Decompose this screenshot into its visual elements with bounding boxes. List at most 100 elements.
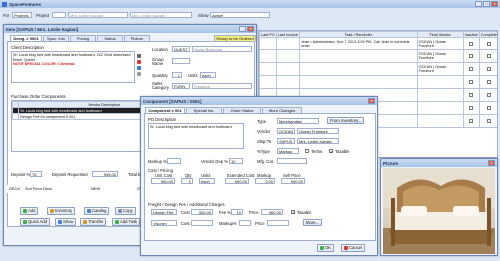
tasks-grid-row[interactable]: OCEAN | Ocean Furniture xyxy=(259,49,497,63)
price2-label: Price xyxy=(255,221,265,226)
add-task-button[interactable]: Add Task xyxy=(112,218,141,226)
tasks-grid-row[interactable]: Jean • Administrator, Nov 7 2013 3:05 PM… xyxy=(259,37,497,50)
project-field[interactable] xyxy=(52,12,66,18)
deposit-req-field[interactable]: 945.00 xyxy=(92,171,118,177)
type2-label: %Type xyxy=(257,149,270,154)
component-ok-button[interactable]: OK xyxy=(317,244,335,252)
project-name-field[interactable]: Mrs. Leslie Kaplan xyxy=(130,12,192,18)
tasks-grid-cell xyxy=(462,75,480,89)
grid-checkbox[interactable] xyxy=(469,93,474,97)
grid-checkbox[interactable] xyxy=(486,67,491,71)
text-format-icon[interactable] xyxy=(137,54,141,58)
grid-checkbox[interactable] xyxy=(486,54,491,58)
quantity-field[interactable]: 1 xyxy=(172,72,182,78)
grid-checkbox[interactable] xyxy=(469,106,474,110)
grid-checkbox[interactable] xyxy=(469,41,474,46)
grid-checkbox[interactable] xyxy=(469,54,474,58)
group-field[interactable] xyxy=(172,58,190,64)
markup-field[interactable] xyxy=(167,158,181,164)
location-code-field[interactable]: GUEST xyxy=(172,46,190,52)
sales-cat-code-field[interactable]: FURN xyxy=(172,83,190,89)
color-icon[interactable] xyxy=(137,60,141,64)
more-button[interactable]: More... xyxy=(303,219,323,226)
grid-checkbox[interactable] xyxy=(486,106,491,110)
ship-to-name-field[interactable]: Mrs. Leslie Kaplan xyxy=(297,138,339,144)
grid-checkbox[interactable] xyxy=(486,93,491,97)
catalog-button[interactable]: Catalog xyxy=(84,207,110,215)
location-name-field[interactable]: Guest Bedroom xyxy=(192,46,252,52)
deposit-field[interactable]: 75 xyxy=(30,171,42,177)
from-inventory-button[interactable]: From Inventory... xyxy=(327,117,365,124)
design-fee-select[interactable]: Design Fee xyxy=(151,209,177,215)
show-select[interactable]: Active xyxy=(210,12,270,18)
type-select[interactable]: Merchandise xyxy=(277,118,319,124)
component-cancel-button[interactable]: Cancel xyxy=(341,244,366,252)
quick-add-button[interactable]: Quick Add xyxy=(20,218,51,226)
unit-cost-field[interactable]: 900.00 xyxy=(151,178,175,184)
sell-price-field[interactable]: 900.00 xyxy=(281,178,305,184)
minimize-button[interactable]: _ xyxy=(475,1,482,7)
add-button[interactable]: Add xyxy=(20,207,39,215)
project-label: Project xyxy=(36,13,50,18)
price2-field[interactable] xyxy=(267,220,289,226)
ship-to-code-field[interactable]: SAPUS xyxy=(277,138,295,144)
tasks-grid-cell xyxy=(462,114,480,128)
grid-checkbox[interactable] xyxy=(486,41,491,46)
grid-checkbox[interactable] xyxy=(469,80,474,84)
tasks-grid-cell xyxy=(259,62,277,76)
price-label: Price xyxy=(249,210,259,215)
client-desc-box[interactable]: St. Lucia king bed with headboard and fo… xyxy=(11,51,135,83)
tasks-grid-row[interactable]: OCEAN | Ocean Furniture xyxy=(259,62,497,76)
none-select[interactable]: <None> xyxy=(151,220,177,226)
tasks-grid-row[interactable] xyxy=(259,75,497,89)
price-field[interactable]: 360.00 xyxy=(261,209,283,215)
vendor-label: Vendor xyxy=(257,129,271,134)
show-icon xyxy=(58,220,62,224)
ext-cost-field[interactable]: 900.00 xyxy=(225,178,249,184)
copy-icon xyxy=(118,209,122,213)
vendor-code-field[interactable]: OCEAN xyxy=(277,128,295,134)
grid-checkbox[interactable] xyxy=(469,119,474,123)
grid-checkbox[interactable] xyxy=(486,119,491,123)
vendor-dep-field[interactable]: 10 xyxy=(229,158,243,164)
tasks-grid-cell xyxy=(478,49,497,63)
fee-field[interactable]: 10 xyxy=(231,209,243,215)
show-button[interactable]: Show xyxy=(55,218,77,226)
terms-checkbox[interactable] xyxy=(305,149,309,153)
cost2-field[interactable] xyxy=(191,220,213,226)
format-icon-bar[interactable] xyxy=(137,54,142,84)
maximize-button[interactable]: □ xyxy=(483,1,490,7)
inventory-button[interactable]: Inventory xyxy=(47,207,76,215)
qty-field[interactable]: 1 xyxy=(181,178,193,184)
freight-label: Freight / Design Fee / Additional Charge… xyxy=(148,202,225,207)
cost-field[interactable]: 300.00 xyxy=(191,209,213,215)
project-code-field[interactable]: Mrs. Leslie Kaplan xyxy=(68,12,128,18)
mfg-cat-field[interactable] xyxy=(277,158,307,164)
picture-icon[interactable] xyxy=(137,66,141,70)
taxable2-checkbox[interactable]: ✓ xyxy=(291,210,295,215)
show-label: Show xyxy=(198,13,209,18)
transfer-button[interactable]: Transfer xyxy=(80,218,107,226)
grid-checkbox[interactable] xyxy=(469,67,474,71)
picture-close-button[interactable]: × xyxy=(488,160,495,166)
sales-cat-name-field[interactable]: Furniture xyxy=(192,83,252,89)
tasks-grid-cell xyxy=(275,49,300,63)
po-desc-box[interactable]: St. Lucia king bed with headboard and fo… xyxy=(148,123,244,149)
for-select[interactable]: Projects xyxy=(12,12,32,18)
item-minimize-button[interactable]: _ xyxy=(239,26,246,32)
markup3-field[interactable] xyxy=(239,220,251,226)
client-desc-note: NOTE SPECIAL COLOR: Chestnut xyxy=(13,62,75,67)
component-close-button[interactable]: × xyxy=(368,98,375,104)
type2-select[interactable]: Markup xyxy=(277,148,299,154)
units2-select[interactable]: each xyxy=(199,178,215,184)
catalog-label: Catalog xyxy=(92,208,107,213)
item-close-button[interactable]: × xyxy=(247,26,254,32)
units-select[interactable]: each xyxy=(200,72,216,78)
markup2-field[interactable]: 0.00 xyxy=(255,178,275,184)
spell-check-icon[interactable] xyxy=(137,72,141,76)
copy-button[interactable]: Copy xyxy=(115,207,136,215)
taxable-checkbox[interactable]: ✓ xyxy=(329,149,333,154)
close-button[interactable]: × xyxy=(491,1,498,7)
vendor-name-field[interactable]: Ocean Furniture xyxy=(297,128,339,134)
grid-checkbox[interactable] xyxy=(486,80,491,84)
